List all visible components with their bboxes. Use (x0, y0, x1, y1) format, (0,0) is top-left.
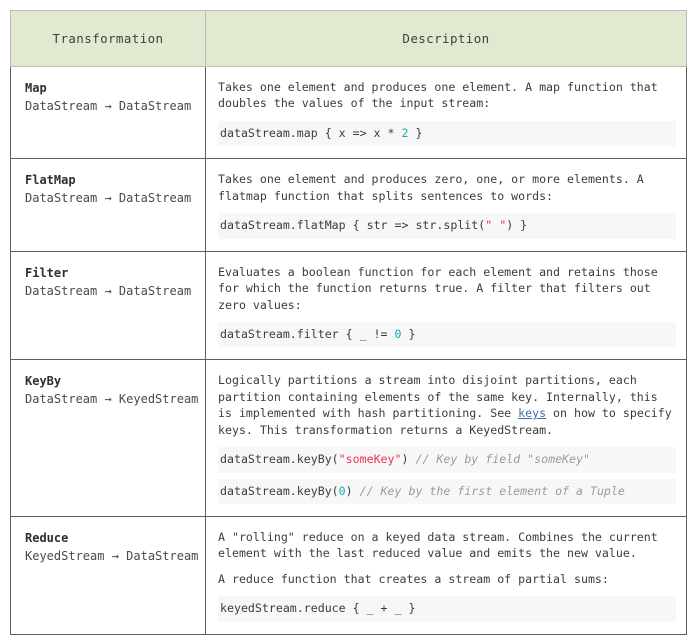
code-string-literal: " " (485, 218, 507, 233)
transformation-signature: DataStream → DataStream (25, 99, 192, 113)
transformation-signature: DataStream → KeyedStream (25, 392, 199, 407)
description-cell: Takes one element and produces one eleme… (205, 65, 687, 160)
transformation-signature: KeyedStream → DataStream (25, 548, 199, 563)
code-number-literal: 0 (394, 326, 402, 341)
code-snippet: keyedStream.reduce { _ + _ } (218, 596, 676, 622)
transformation-name: Reduce (25, 530, 69, 545)
description-text: Evaluates a boolean function for each el… (218, 264, 665, 312)
transformation-name: KeyBy (25, 374, 62, 389)
table-row: KeyBy DataStream → KeyedStream Logically p… (10, 359, 687, 517)
transformation-name-cell: KeyBy DataStream → KeyedStream (10, 359, 206, 517)
transformation-name-cell: Filter DataStream → DataStream (10, 250, 206, 361)
description-text: Takes one element and produces zero, one… (218, 172, 651, 203)
code-token: keyedStream.reduce { _ + _ } (220, 601, 416, 616)
description-cell: Logically partitions a stream into disjo… (205, 359, 687, 517)
transformation-name-cell: Map DataStream → DataStream (10, 65, 206, 160)
code-comment: // Key by field "someKey" (415, 452, 590, 467)
transformation-name: FlatMap (25, 173, 76, 188)
keys-link[interactable]: keys (518, 406, 546, 420)
code-token: dataStream.flatMap { str => str.split( (220, 218, 486, 233)
transformations-table: Transformation Description Map DataStream… (10, 10, 687, 635)
code-token: ) (401, 452, 416, 467)
transformation-signature: DataStream → DataStream (25, 191, 192, 206)
description-text: Logically partitions a stream into disjo… (218, 372, 676, 438)
code-token: dataStream.keyBy( (220, 483, 339, 498)
table-header-row: Transformation Description (10, 10, 687, 67)
description-text: Takes one element and produces one eleme… (218, 80, 665, 111)
transformation-name-cell: Reduce KeyedStream → DataStream (10, 515, 206, 635)
code-token: } (401, 326, 416, 341)
table-row: Map DataStream → DataStream Takes one elem… (10, 65, 687, 160)
documentation-page: Transformation Description Map DataStream… (0, 0, 691, 635)
code-token: dataStream.map { x => x * (220, 125, 402, 140)
code-snippet: dataStream.keyBy("someKey") // Key by fi… (218, 447, 676, 473)
table-row: Filter DataStream → DataStream Evaluates a… (10, 250, 687, 361)
description-cell: A "rolling" reduce on a keyed data strea… (205, 515, 687, 635)
transformation-name-cell: FlatMap DataStream → DataStream (10, 158, 206, 252)
description-text-secondary: A reduce function that creates a stream … (218, 571, 609, 586)
table-header: Transformation Description (10, 10, 687, 67)
code-comment: // Key by the first element of a Tuple (359, 483, 625, 498)
code-token: } (408, 125, 423, 140)
description-text: A "rolling" reduce on a keyed data strea… (218, 529, 665, 561)
description-cell: Evaluates a boolean function for each el… (205, 250, 687, 361)
code-string-literal: "someKey" (338, 452, 402, 467)
code-snippet: dataStream.keyBy(0) // Key by the first … (218, 478, 676, 504)
code-number-literal: 0 (338, 483, 346, 498)
code-snippet: dataStream.filter { _ != 0 } (218, 321, 676, 348)
table-row: Reduce KeyedStream → DataStream A "rolling… (10, 515, 687, 635)
transformation-name: Map (25, 81, 47, 95)
code-token: dataStream.keyBy( (220, 452, 339, 467)
transformation-name: Filter (25, 265, 69, 280)
table-body: Map DataStream → DataStream Takes one elem… (10, 65, 687, 635)
code-snippet: dataStream.map { x => x * 2 } (218, 120, 676, 147)
transformation-signature: DataStream → DataStream (25, 283, 192, 298)
code-token: dataStream.filter { _ != (220, 326, 395, 341)
table-row: FlatMap DataStream → DataStream Takes one … (10, 158, 687, 252)
code-snippet: dataStream.flatMap { str => str.split(" … (218, 213, 676, 239)
column-header-transformation: Transformation (10, 10, 206, 67)
description-cell: Takes one element and produces zero, one… (205, 158, 687, 252)
code-token: ) (345, 483, 360, 498)
column-header-description: Description (205, 10, 687, 67)
code-token: ) } (506, 218, 528, 233)
